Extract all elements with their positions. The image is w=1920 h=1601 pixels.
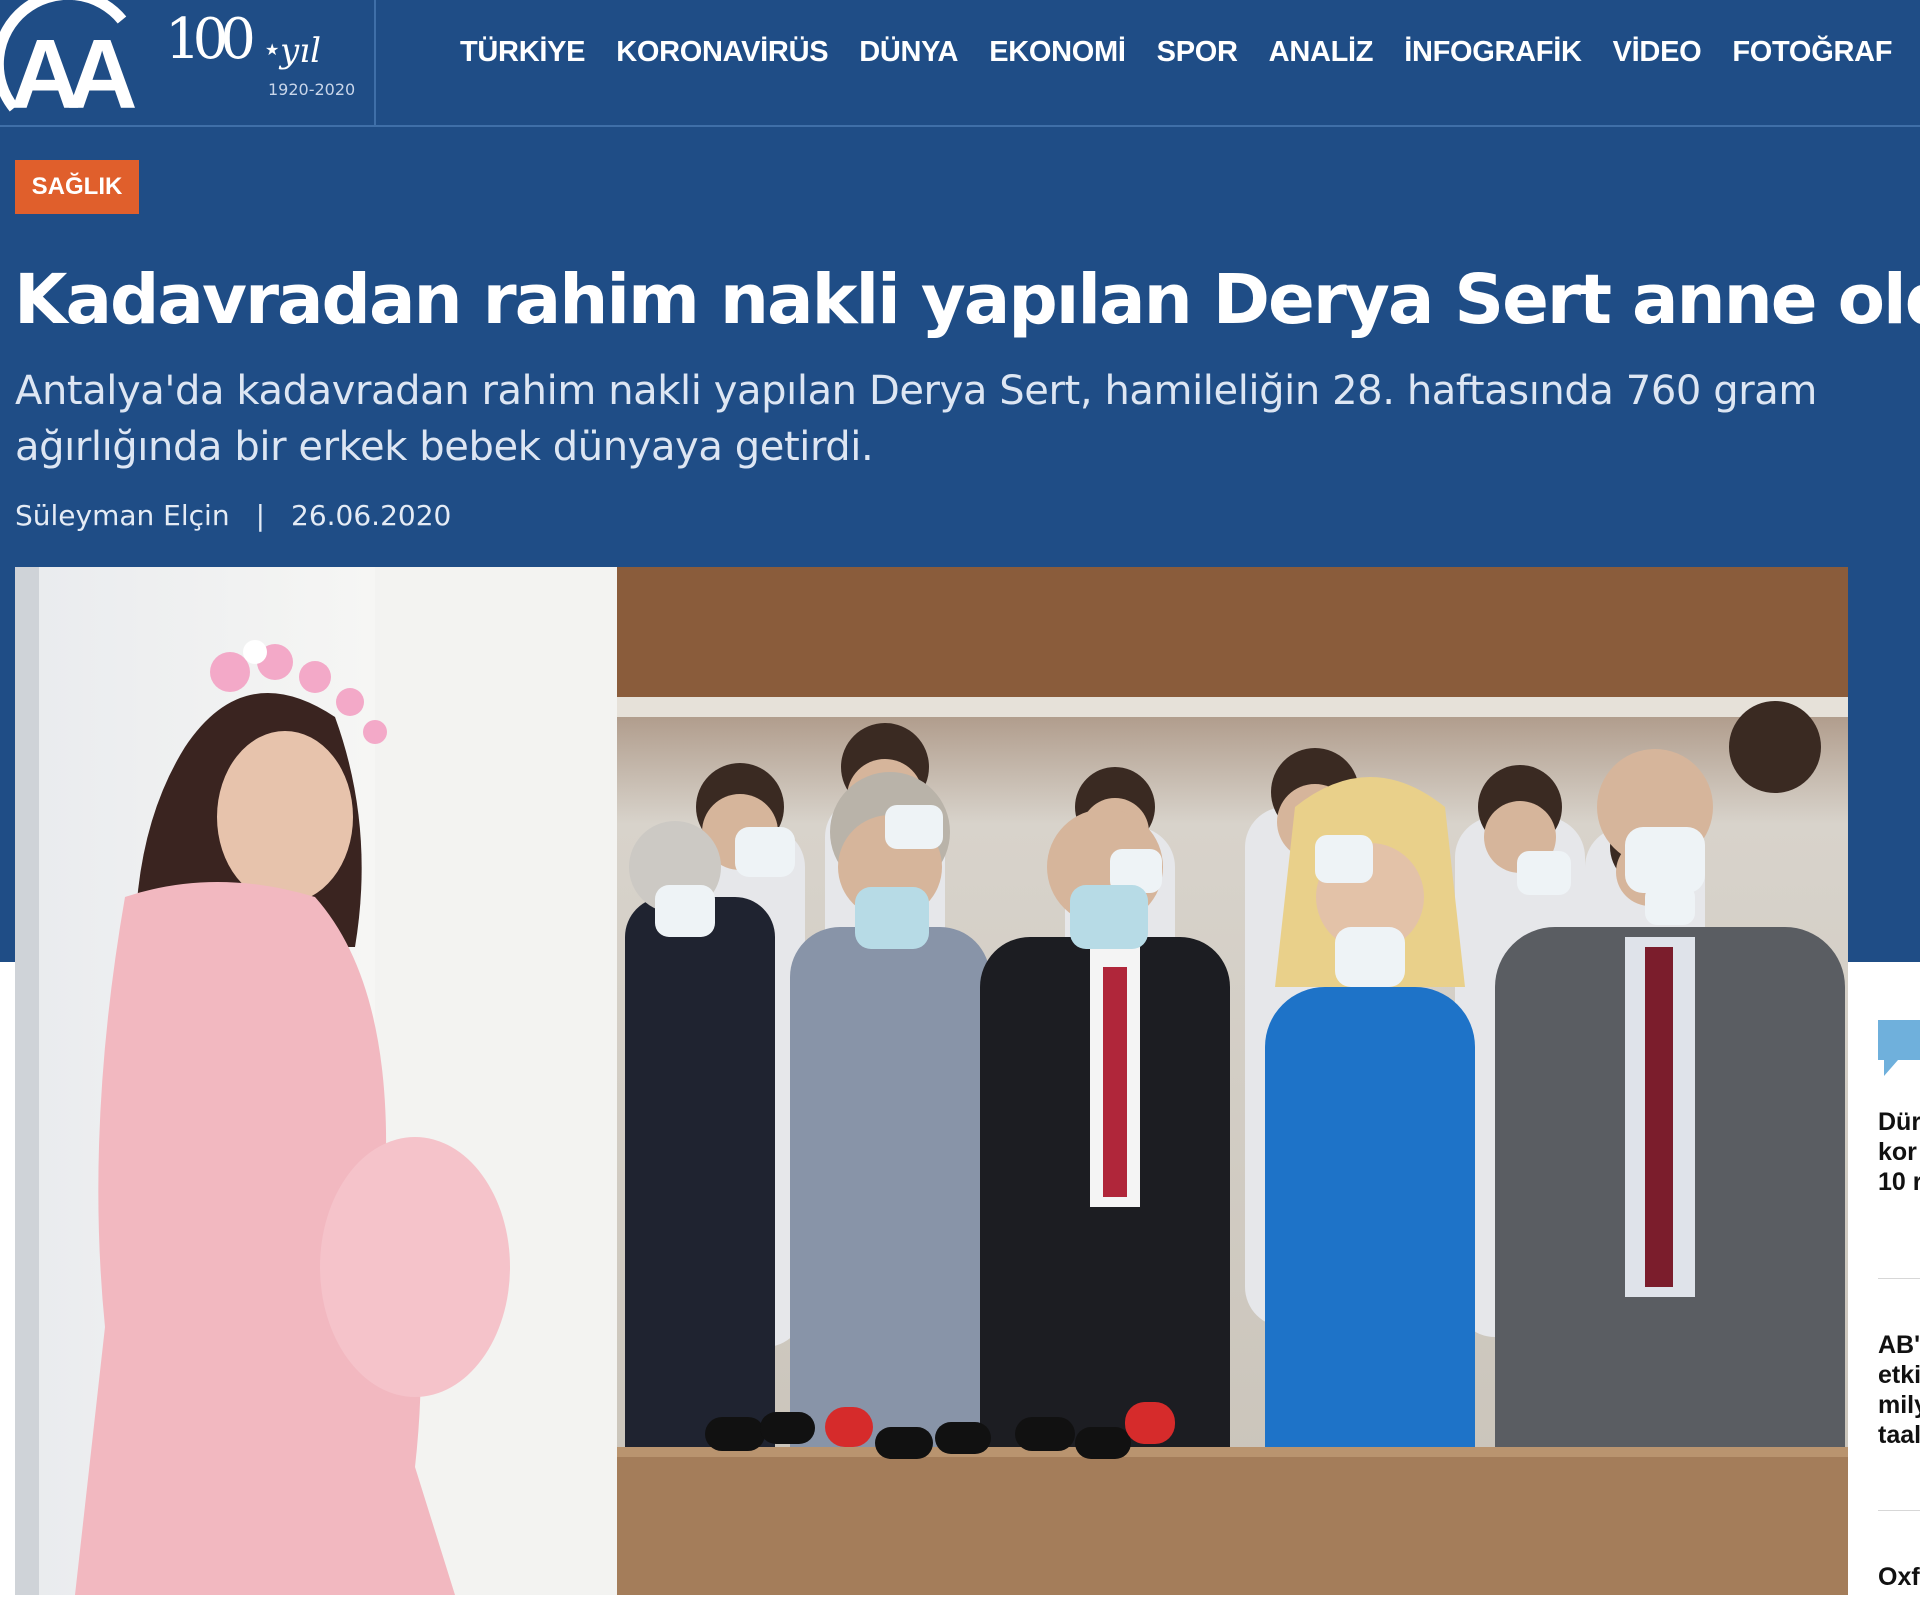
sidebar-news-line: Dür: [1878, 1108, 1920, 1136]
nav-item-turkiye[interactable]: TÜRKİYE: [460, 34, 585, 70]
sidebar-news: Dür kor 10 r AB' etki mily taal Oxf: [1848, 962, 1920, 1601]
article-summary: Antalya'da kadavradan rahim nakli yapıla…: [15, 368, 1817, 470]
sidebar-news-line: etki: [1878, 1361, 1920, 1389]
main-menu: TÜRKİYE KORONAVİRÜS DÜNYA EKONOMİ SPOR A…: [460, 34, 1892, 70]
centennial-unit: yıl: [280, 31, 321, 71]
nav-item-video[interactable]: VİDEO: [1613, 34, 1702, 70]
sidebar-news-item[interactable]: Dür kor 10 r: [1878, 1107, 1920, 1197]
press-conference-scene: [617, 567, 1848, 1595]
nav-item-ekonomi[interactable]: EKONOMİ: [989, 34, 1126, 70]
sidebar-news-line: 10 r: [1878, 1168, 1920, 1196]
centennial-years: 1920-2020: [268, 80, 356, 99]
article-headline: Kadavradan rahim nakli yapılan Derya Ser…: [14, 260, 1920, 340]
sidebar-divider: [1878, 1510, 1920, 1511]
sidebar-news-line: mily: [1878, 1391, 1920, 1419]
sidebar-news-line: Oxf: [1878, 1563, 1920, 1591]
centennial-number: 100: [165, 7, 256, 72]
logo-text: AA: [10, 19, 136, 118]
top-navigation: AA 100 ★ yıl 1920-2020 TÜRKİYE KORONAVİR…: [0, 0, 1920, 129]
sidebar-news-line: kor: [1878, 1138, 1917, 1166]
nav-item-fotograf[interactable]: FOTOĞRAF: [1732, 34, 1892, 70]
nav-item-analiz[interactable]: ANALİZ: [1269, 34, 1374, 70]
sidebar-news-line: AB': [1878, 1331, 1920, 1359]
byline-separator: |: [255, 499, 266, 532]
category-badge[interactable]: SAĞLIK: [15, 160, 139, 214]
star-icon: ★: [265, 40, 280, 59]
portrait-photo: [15, 567, 617, 1595]
sidebar-news-item[interactable]: Oxf: [1878, 1562, 1920, 1592]
nav-item-spor[interactable]: SPOR: [1157, 34, 1238, 70]
nav-item-infografik[interactable]: İNFOGRAFİK: [1404, 34, 1582, 70]
nav-item-koronavirus[interactable]: KORONAVİRÜS: [616, 34, 828, 70]
aa-logo[interactable]: AA: [0, 0, 150, 129]
nav-item-dunya[interactable]: DÜNYA: [859, 34, 958, 70]
sidebar-divider: [1878, 1278, 1920, 1279]
article-byline: Süleyman Elçin | 26.06.2020: [15, 496, 451, 536]
sidebar-news-item[interactable]: AB' etki mily taal: [1878, 1330, 1920, 1450]
author-name[interactable]: Süleyman Elçin: [15, 499, 230, 532]
article-photo: [15, 567, 1848, 1595]
centennial-badge: 100 ★ yıl 1920-2020: [165, 12, 370, 106]
nav-divider: [374, 0, 376, 127]
speech-bubble-icon: [1878, 1020, 1920, 1076]
publish-date: 26.06.2020: [291, 499, 452, 532]
sidebar-news-line: taal: [1878, 1421, 1920, 1449]
